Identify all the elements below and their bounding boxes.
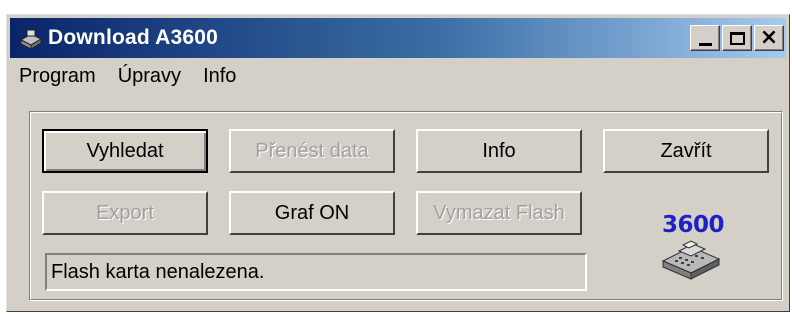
erase-flash-button-label: Vymazat Flash	[433, 201, 565, 224]
maximize-button[interactable]	[722, 25, 752, 51]
window-title: Download A3600	[48, 26, 219, 49]
app-icon	[19, 29, 43, 50]
app-window: Download A3600 × Program Úpravy Info Vyh…	[6, 14, 790, 312]
cash-register-icon	[661, 240, 721, 280]
close-button[interactable]: Zavřít	[603, 129, 769, 173]
export-button[interactable]: Export	[42, 191, 208, 235]
search-button[interactable]: Vyhledat	[42, 129, 208, 173]
erase-flash-button[interactable]: Vymazat Flash	[416, 191, 582, 235]
transfer-data-button[interactable]: Přenést data	[229, 129, 395, 173]
info-button-label: Info	[482, 139, 516, 162]
status-field: Flash karta nenalezena.	[45, 253, 587, 291]
menu-info[interactable]: Info	[203, 65, 236, 88]
title-bar[interactable]: Download A3600 ×	[10, 18, 786, 58]
info-button[interactable]: Info	[416, 129, 582, 173]
graph-toggle-button[interactable]: Graf ON	[229, 191, 395, 235]
close-window-button[interactable]: ×	[754, 25, 784, 51]
status-message: Flash karta nenalezena.	[51, 260, 265, 283]
close-icon: ×	[759, 25, 779, 50]
graph-toggle-button-label: Graf ON	[274, 201, 350, 224]
transfer-data-button-label: Přenést data	[255, 139, 369, 162]
menu-program[interactable]: Program	[19, 65, 96, 88]
minimize-icon	[698, 42, 712, 46]
window-controls: ×	[690, 25, 784, 51]
menu-bar: Program Úpravy Info	[19, 65, 236, 88]
minimize-button[interactable]	[690, 25, 720, 51]
close-button-label: Zavřít	[660, 139, 712, 162]
menu-upravy[interactable]: Úpravy	[118, 65, 181, 88]
maximize-icon	[729, 31, 745, 45]
search-button-label: Vyhledat	[86, 139, 164, 162]
export-button-label: Export	[96, 201, 154, 224]
